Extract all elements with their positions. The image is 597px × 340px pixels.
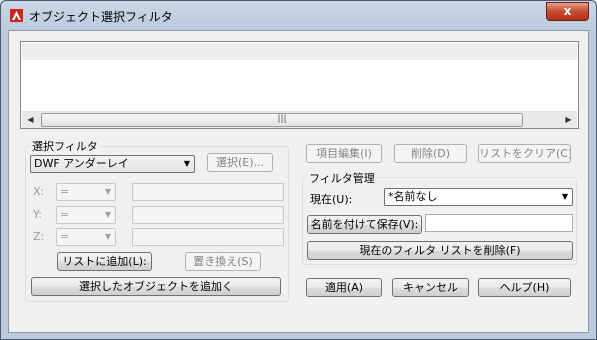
close-button[interactable]: x <box>546 2 589 21</box>
edit-item-button[interactable]: 項目編集(I) <box>306 144 382 163</box>
scroll-right-icon[interactable]: ▶ <box>560 112 577 128</box>
delete-item-button[interactable]: 削除(D) <box>394 144 467 163</box>
add-to-list-button[interactable]: リストに追加(L): <box>57 252 152 271</box>
add-selected-object-button[interactable]: 選択したオブジェクトを追加く <box>31 277 281 296</box>
scroll-left-icon[interactable]: ◀ <box>22 112 39 128</box>
replace-button[interactable]: 置き換え(S) <box>185 252 261 271</box>
x-value-field[interactable] <box>132 183 284 201</box>
title-bar[interactable]: オブジェクト選択フィルタ x <box>1 1 596 31</box>
select-button[interactable]: 選択(E)... <box>207 153 273 172</box>
filter-type-value: DWF アンダーレイ <box>34 157 129 170</box>
x-operator-value: = <box>60 185 70 198</box>
save-as-name-field[interactable] <box>425 214 573 232</box>
scroll-thumb[interactable]: ||| <box>41 113 523 127</box>
apply-button[interactable]: 適用(A) <box>306 278 382 297</box>
chevron-down-icon: ▼ <box>183 159 190 168</box>
filter-list[interactable]: ◀ ||| ▶ <box>20 41 579 129</box>
x-label: X: <box>33 185 45 198</box>
z-operator-combo[interactable]: = ▼ <box>56 228 116 246</box>
chevron-down-icon: ▼ <box>104 187 111 196</box>
list-item-selected[interactable] <box>22 43 577 60</box>
horizontal-scrollbar[interactable]: ◀ ||| ▶ <box>22 111 577 128</box>
cancel-button[interactable]: キャンセル <box>392 278 469 297</box>
current-filter-combo[interactable]: *名前なし ▼ <box>384 188 573 206</box>
delete-current-filter-list-button[interactable]: 現在のフィルタ リストを削除(F) <box>307 241 573 260</box>
y-label: Y: <box>33 208 42 221</box>
chevron-down-icon: ▼ <box>104 232 111 241</box>
z-value-field[interactable] <box>132 228 284 246</box>
y-operator-combo[interactable]: = ▼ <box>56 206 116 224</box>
save-as-button[interactable]: 名前を付けて保存(V): <box>307 215 422 234</box>
z-label: Z: <box>33 230 45 243</box>
chevron-down-icon: ▼ <box>104 210 111 219</box>
current-filter-label: 現在(U): <box>310 193 353 206</box>
y-value-field[interactable] <box>132 206 284 224</box>
filter-management-group-label: フィルタ管理 <box>307 170 377 186</box>
clear-list-button[interactable]: リストをクリア(C) <box>478 144 571 163</box>
z-operator-value: = <box>60 230 70 243</box>
window-title: オブジェクト選択フィルタ <box>29 10 173 24</box>
select-filter-group-label: 選択フィルタ <box>30 138 100 154</box>
filter-type-combo[interactable]: DWF アンダーレイ ▼ <box>30 155 195 173</box>
autocad-app-icon <box>10 9 23 22</box>
y-operator-value: = <box>60 208 70 221</box>
x-operator-combo[interactable]: = ▼ <box>56 183 116 201</box>
dialog-client-area: ◀ ||| ▶ 選択フィルタ DWF アンダーレイ ▼ 選択(E)... X: … <box>8 30 589 333</box>
current-filter-value: *名前なし <box>388 190 438 203</box>
chevron-down-icon: ▼ <box>561 192 568 201</box>
help-button[interactable]: ヘルプ(H) <box>478 278 571 297</box>
dialog-window: オブジェクト選択フィルタ x ◀ ||| ▶ 選択フィルタ DWF アンダーレイ… <box>0 0 597 340</box>
